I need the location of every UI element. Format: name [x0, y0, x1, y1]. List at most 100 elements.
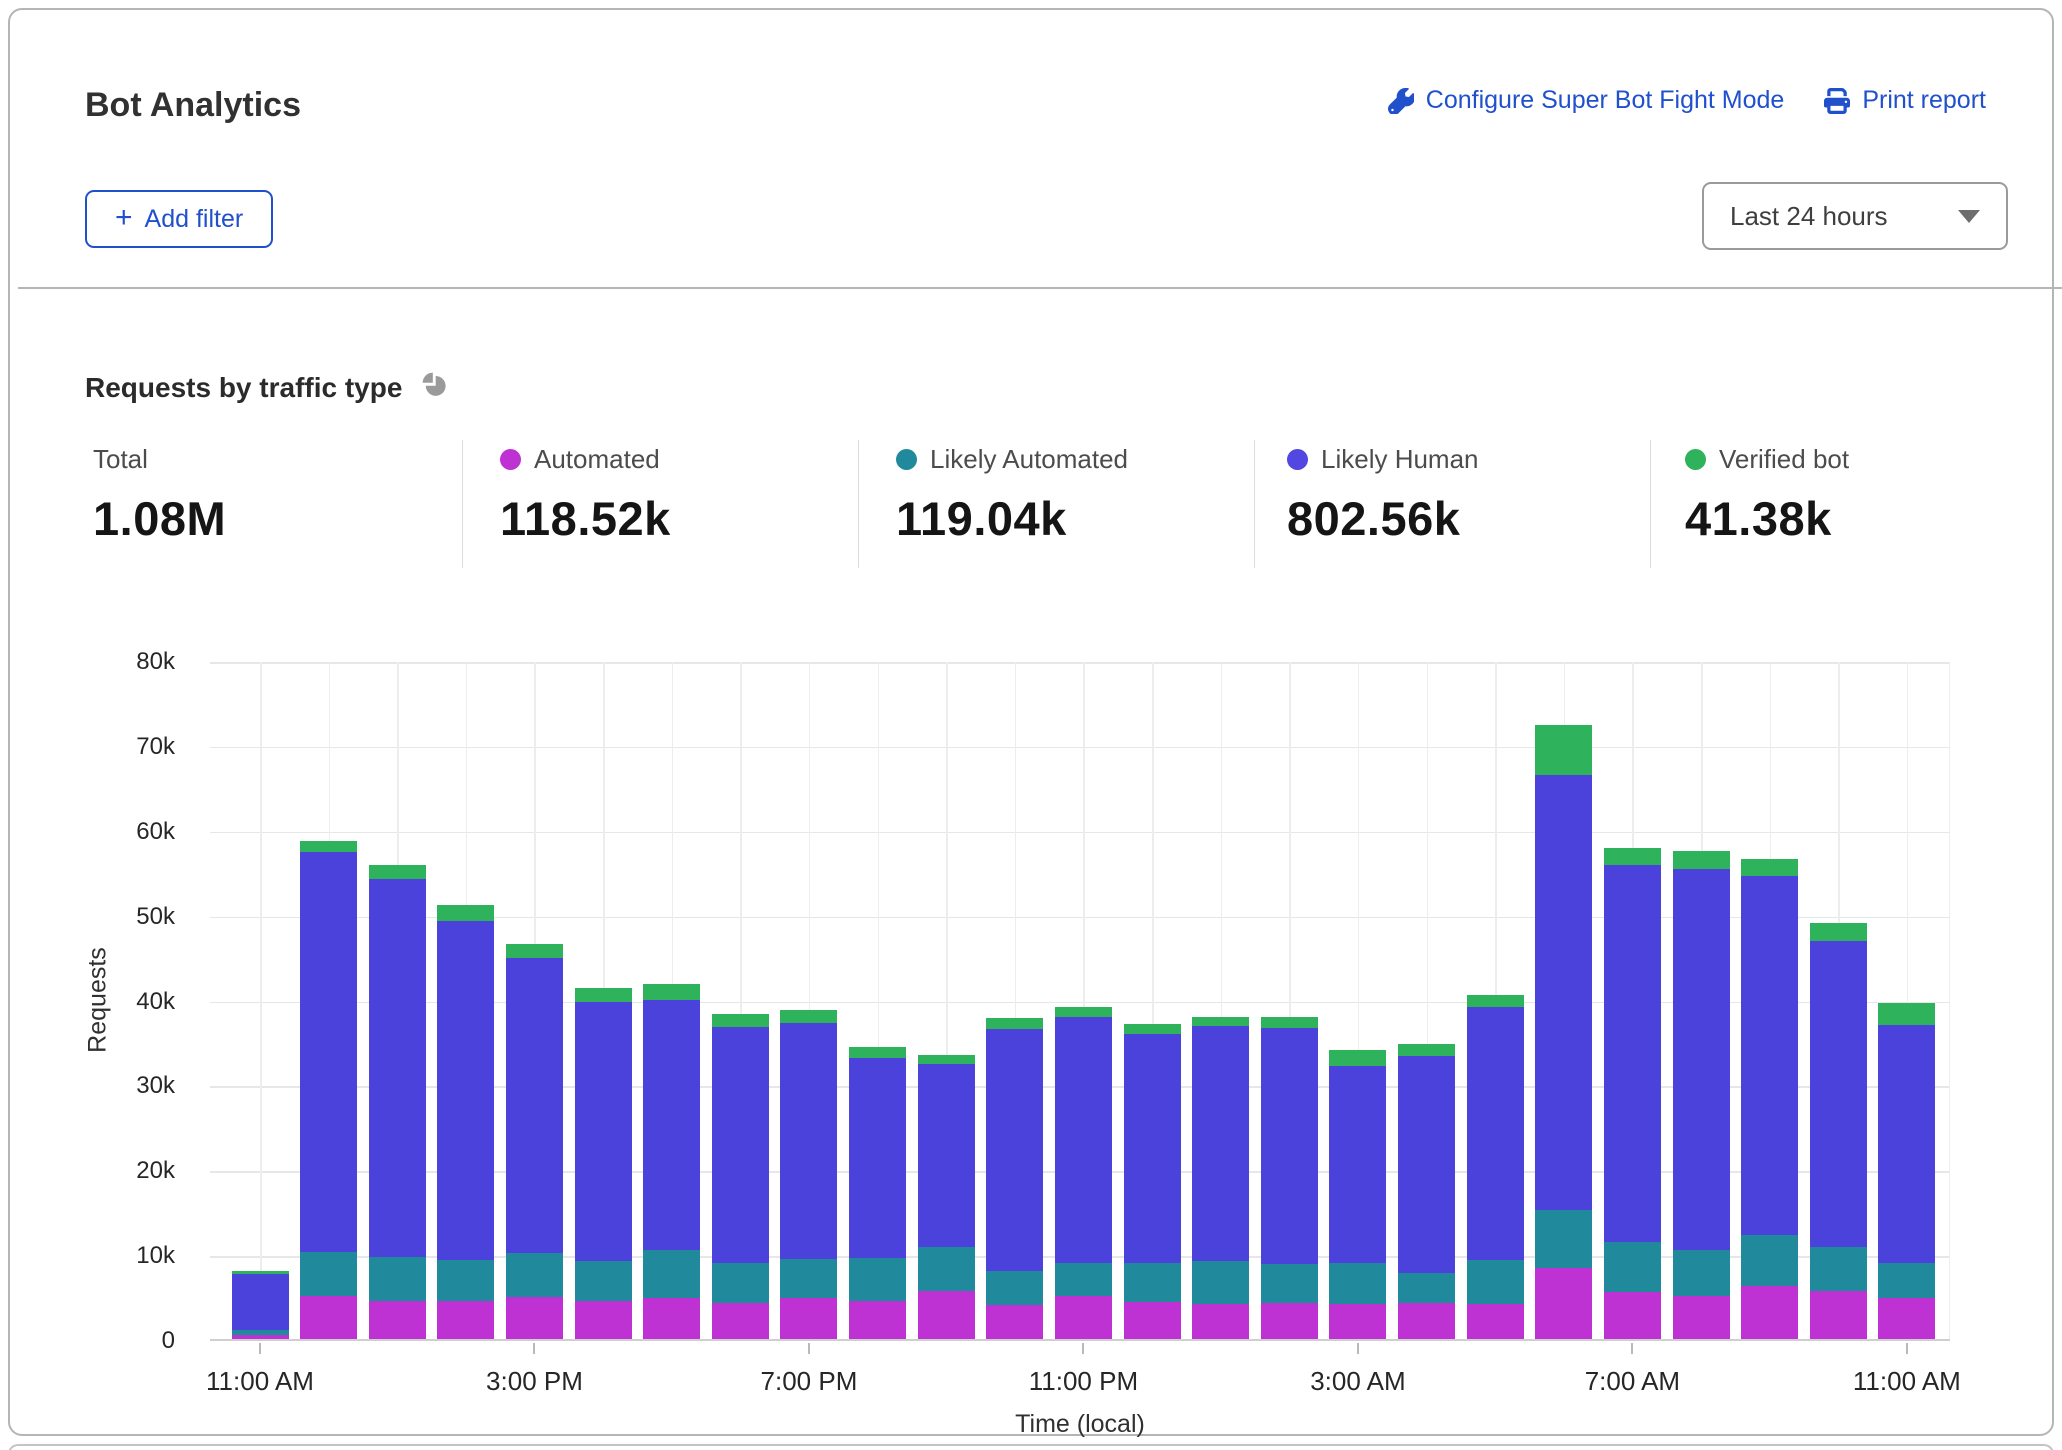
- bar-segment-likely-automated[interactable]: [1535, 1210, 1592, 1268]
- bar-segment-likely-automated[interactable]: [1741, 1235, 1798, 1286]
- bar-segment-likely-automated[interactable]: [918, 1247, 975, 1290]
- bar-segment-verified-bot[interactable]: [1261, 1017, 1318, 1028]
- bar-segment-verified-bot[interactable]: [1467, 995, 1524, 1007]
- bar-segment-verified-bot[interactable]: [1535, 725, 1592, 776]
- bar-segment-likely-human[interactable]: [780, 1023, 837, 1259]
- add-filter-button[interactable]: + Add filter: [85, 190, 273, 248]
- bar-segment-verified-bot[interactable]: [300, 841, 357, 852]
- bar-1000pm[interactable]: [986, 1018, 1043, 1339]
- bar-200pm[interactable]: [437, 905, 494, 1339]
- bar-segment-automated[interactable]: [849, 1301, 906, 1339]
- bar-1100am[interactable]: [1878, 1003, 1935, 1339]
- bar-segment-likely-human[interactable]: [1055, 1017, 1112, 1262]
- bar-segment-likely-automated[interactable]: [643, 1250, 700, 1298]
- bar-segment-likely-human[interactable]: [1810, 941, 1867, 1247]
- bar-1200pm[interactable]: [300, 841, 357, 1339]
- bar-segment-likely-automated[interactable]: [712, 1263, 769, 1302]
- bar-segment-likely-human[interactable]: [506, 958, 563, 1253]
- bar-segment-automated[interactable]: [712, 1303, 769, 1339]
- bar-segment-automated[interactable]: [643, 1298, 700, 1339]
- bar-300pm[interactable]: [506, 944, 563, 1339]
- bar-segment-likely-automated[interactable]: [780, 1259, 837, 1298]
- bar-segment-likely-automated[interactable]: [1604, 1242, 1661, 1292]
- bar-segment-likely-automated[interactable]: [437, 1260, 494, 1301]
- bar-segment-likely-human[interactable]: [1673, 869, 1730, 1250]
- bar-segment-automated[interactable]: [232, 1335, 289, 1339]
- bar-segment-likely-human[interactable]: [232, 1274, 289, 1330]
- bar-segment-likely-automated[interactable]: [1878, 1263, 1935, 1299]
- bar-segment-automated[interactable]: [1467, 1304, 1524, 1339]
- bar-segment-likely-human[interactable]: [575, 1002, 632, 1261]
- bar-segment-likely-human[interactable]: [1192, 1026, 1249, 1261]
- bar-segment-likely-automated[interactable]: [369, 1257, 426, 1301]
- bar-segment-automated[interactable]: [1124, 1302, 1181, 1339]
- bar-segment-verified-bot[interactable]: [575, 988, 632, 1002]
- bar-segment-likely-human[interactable]: [918, 1064, 975, 1247]
- bar-segment-automated[interactable]: [506, 1297, 563, 1339]
- bar-segment-likely-human[interactable]: [1878, 1025, 1935, 1263]
- bar-segment-likely-automated[interactable]: [986, 1271, 1043, 1305]
- bar-segment-likely-automated[interactable]: [1467, 1260, 1524, 1304]
- bar-segment-likely-human[interactable]: [437, 921, 494, 1260]
- bar-segment-verified-bot[interactable]: [918, 1055, 975, 1064]
- bar-segment-likely-automated[interactable]: [300, 1252, 357, 1295]
- bar-segment-likely-human[interactable]: [1261, 1028, 1318, 1265]
- bar-500am[interactable]: [1467, 995, 1524, 1339]
- bar-segment-automated[interactable]: [1810, 1291, 1867, 1339]
- bar-1100am[interactable]: [232, 1271, 289, 1339]
- bar-segment-automated[interactable]: [300, 1296, 357, 1339]
- bar-segment-likely-automated[interactable]: [1261, 1264, 1318, 1302]
- bar-segment-verified-bot[interactable]: [1810, 923, 1867, 941]
- bar-700pm[interactable]: [780, 1010, 837, 1339]
- bar-200am[interactable]: [1261, 1017, 1318, 1340]
- bar-segment-verified-bot[interactable]: [643, 984, 700, 999]
- bar-segment-verified-bot[interactable]: [437, 905, 494, 921]
- bar-segment-likely-automated[interactable]: [1329, 1263, 1386, 1305]
- time-range-dropdown[interactable]: Last 24 hours: [1702, 182, 2008, 250]
- bar-segment-automated[interactable]: [1192, 1304, 1249, 1339]
- bar-segment-likely-automated[interactable]: [1398, 1273, 1455, 1304]
- bar-segment-likely-automated[interactable]: [1055, 1263, 1112, 1296]
- bar-segment-likely-human[interactable]: [369, 879, 426, 1257]
- bar-segment-automated[interactable]: [1604, 1292, 1661, 1339]
- bar-segment-likely-human[interactable]: [1535, 775, 1592, 1210]
- bar-segment-likely-automated[interactable]: [849, 1258, 906, 1300]
- bar-segment-likely-human[interactable]: [1741, 876, 1798, 1235]
- bar-700am[interactable]: [1604, 848, 1661, 1339]
- bar-segment-verified-bot[interactable]: [1741, 859, 1798, 876]
- bar-segment-verified-bot[interactable]: [1192, 1017, 1249, 1026]
- bar-900am[interactable]: [1741, 859, 1798, 1339]
- bar-segment-verified-bot[interactable]: [1878, 1003, 1935, 1025]
- bar-segment-likely-automated[interactable]: [1192, 1261, 1249, 1304]
- bar-segment-verified-bot[interactable]: [986, 1018, 1043, 1029]
- bar-segment-verified-bot[interactable]: [1398, 1044, 1455, 1056]
- bar-segment-likely-automated[interactable]: [506, 1253, 563, 1296]
- bar-400pm[interactable]: [575, 988, 632, 1339]
- bar-300am[interactable]: [1329, 1050, 1386, 1339]
- bar-400am[interactable]: [1398, 1044, 1455, 1339]
- print-report-link[interactable]: Print report: [1824, 86, 1986, 115]
- bar-segment-automated[interactable]: [1535, 1268, 1592, 1339]
- bar-segment-likely-human[interactable]: [1398, 1056, 1455, 1273]
- bar-500pm[interactable]: [643, 984, 700, 1339]
- bar-800am[interactable]: [1673, 851, 1730, 1339]
- bar-segment-likely-human[interactable]: [643, 1000, 700, 1250]
- bar-segment-automated[interactable]: [780, 1298, 837, 1339]
- bar-segment-automated[interactable]: [369, 1301, 426, 1339]
- bar-600am[interactable]: [1535, 725, 1592, 1339]
- bar-segment-automated[interactable]: [918, 1291, 975, 1339]
- bar-segment-verified-bot[interactable]: [1329, 1050, 1386, 1066]
- bar-segment-automated[interactable]: [437, 1301, 494, 1339]
- bar-segment-verified-bot[interactable]: [506, 944, 563, 958]
- bar-segment-likely-automated[interactable]: [1673, 1250, 1730, 1296]
- bar-segment-automated[interactable]: [1329, 1304, 1386, 1339]
- bar-segment-likely-automated[interactable]: [1810, 1247, 1867, 1290]
- bar-segment-likely-human[interactable]: [1467, 1007, 1524, 1260]
- bar-800pm[interactable]: [849, 1047, 906, 1339]
- configure-super-bot-fight-mode-link[interactable]: Configure Super Bot Fight Mode: [1388, 86, 1785, 115]
- bar-900pm[interactable]: [918, 1055, 975, 1339]
- bar-segment-automated[interactable]: [1741, 1286, 1798, 1339]
- bar-segment-automated[interactable]: [1673, 1296, 1730, 1339]
- bar-segment-verified-bot[interactable]: [1604, 848, 1661, 865]
- bar-segment-verified-bot[interactable]: [849, 1047, 906, 1058]
